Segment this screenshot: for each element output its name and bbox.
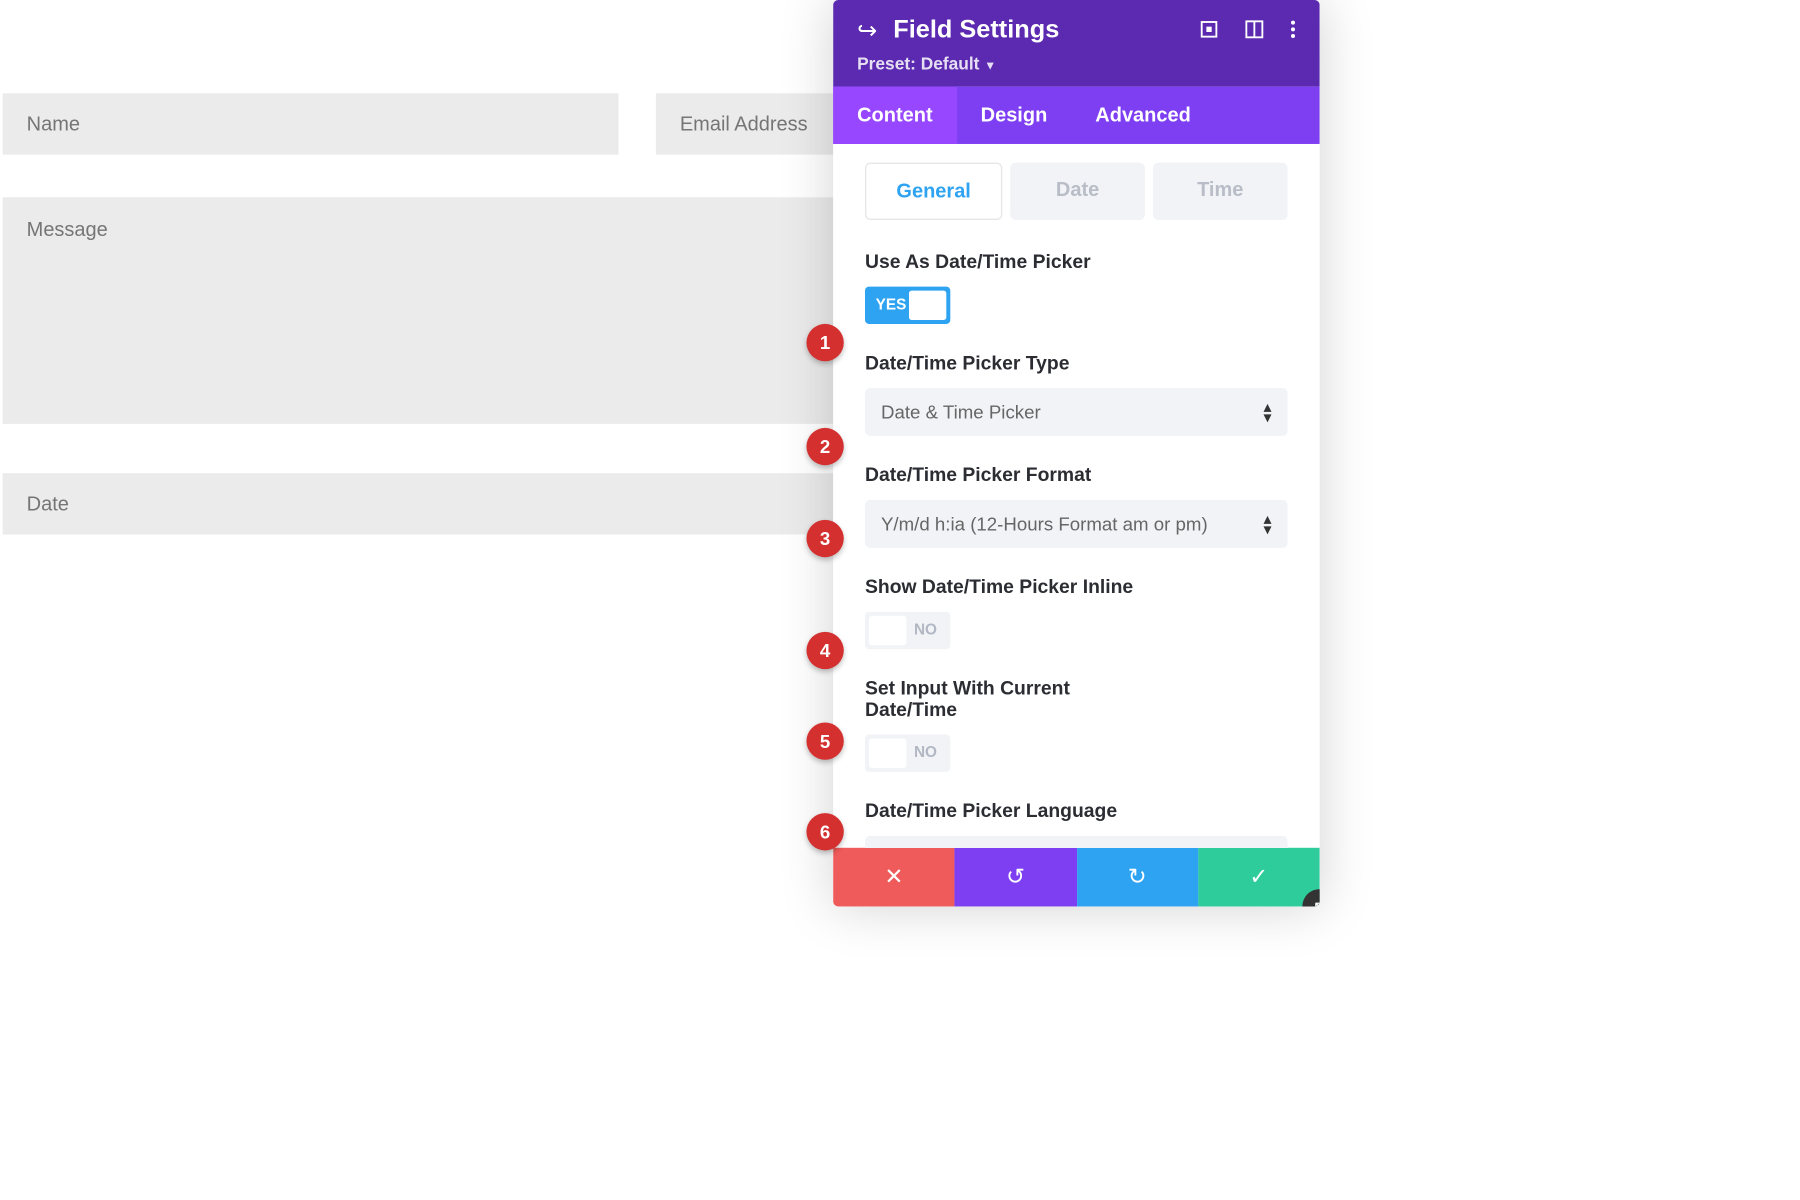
- kebab-menu-icon[interactable]: [1290, 19, 1295, 42]
- subtab-date[interactable]: Date: [1010, 163, 1145, 220]
- use-as-picker-toggle[interactable]: YES: [865, 287, 950, 324]
- picker-format-select[interactable]: Y/m/d h:ia (12-Hours Format am or pm) ▴▾: [865, 500, 1288, 548]
- panel-header: ↩ Field Settings Preset: Default ▼: [833, 0, 1320, 87]
- settings-panel: ↩ Field Settings Preset: Default ▼ Conte…: [833, 0, 1320, 906]
- annotation-badge-2: 2: [806, 428, 843, 465]
- annotation-badge-5: 5: [806, 722, 843, 759]
- picker-type-select[interactable]: Date & Time Picker ▴▾: [865, 388, 1288, 436]
- language-select[interactable]: English ▴▾: [865, 836, 1288, 848]
- annotation-badge-6: 6: [806, 813, 843, 850]
- cursor-icon: ↖: [1313, 897, 1320, 906]
- picker-type-label: Date/Time Picker Type: [865, 353, 1288, 374]
- chevron-updown-icon: ▴▾: [1264, 401, 1272, 422]
- chevron-updown-icon: ▴▾: [1264, 513, 1272, 534]
- undo-icon: ↺: [1006, 864, 1025, 891]
- tab-design[interactable]: Design: [957, 87, 1072, 144]
- expand-icon[interactable]: [1200, 19, 1219, 42]
- annotation-badge-4: 4: [806, 632, 843, 669]
- picker-format-label: Date/Time Picker Format: [865, 465, 1288, 486]
- annotation-badge-3: 3: [806, 520, 843, 557]
- subtab-time[interactable]: Time: [1153, 163, 1288, 220]
- show-inline-toggle[interactable]: NO: [865, 612, 950, 649]
- cancel-button[interactable]: ✕: [833, 848, 955, 907]
- show-inline-label: Show Date/Time Picker Inline: [865, 577, 1288, 598]
- undo-button[interactable]: ↺: [955, 848, 1077, 907]
- preset-label[interactable]: Preset: Default ▼: [857, 53, 1296, 73]
- save-button[interactable]: ✓: [1198, 848, 1320, 907]
- back-arrow-icon[interactable]: ↩: [857, 17, 877, 45]
- annotation-badge-1: 1: [806, 324, 843, 361]
- name-input[interactable]: [3, 93, 619, 154]
- redo-icon: ↻: [1128, 864, 1147, 891]
- set-current-label: Set Input With Current Date/Time: [865, 678, 1105, 721]
- check-icon: ✓: [1249, 864, 1268, 891]
- set-current-toggle[interactable]: NO: [865, 734, 950, 771]
- close-icon: ✕: [884, 864, 903, 891]
- main-tabs: Content Design Advanced: [833, 87, 1320, 144]
- panel-body: General Date Time Use As Date/Time Picke…: [833, 144, 1320, 848]
- language-label: Date/Time Picker Language: [865, 801, 1288, 822]
- panel-footer: ✕ ↺ ↻ ✓: [833, 848, 1320, 907]
- subtab-general[interactable]: General: [865, 163, 1002, 220]
- use-as-picker-label: Use As Date/Time Picker: [865, 252, 1288, 273]
- panel-title: Field Settings: [893, 16, 1183, 45]
- tab-content[interactable]: Content: [833, 87, 957, 144]
- layout-icon[interactable]: [1245, 19, 1264, 42]
- redo-button[interactable]: ↻: [1076, 848, 1198, 907]
- tab-advanced[interactable]: Advanced: [1071, 87, 1215, 144]
